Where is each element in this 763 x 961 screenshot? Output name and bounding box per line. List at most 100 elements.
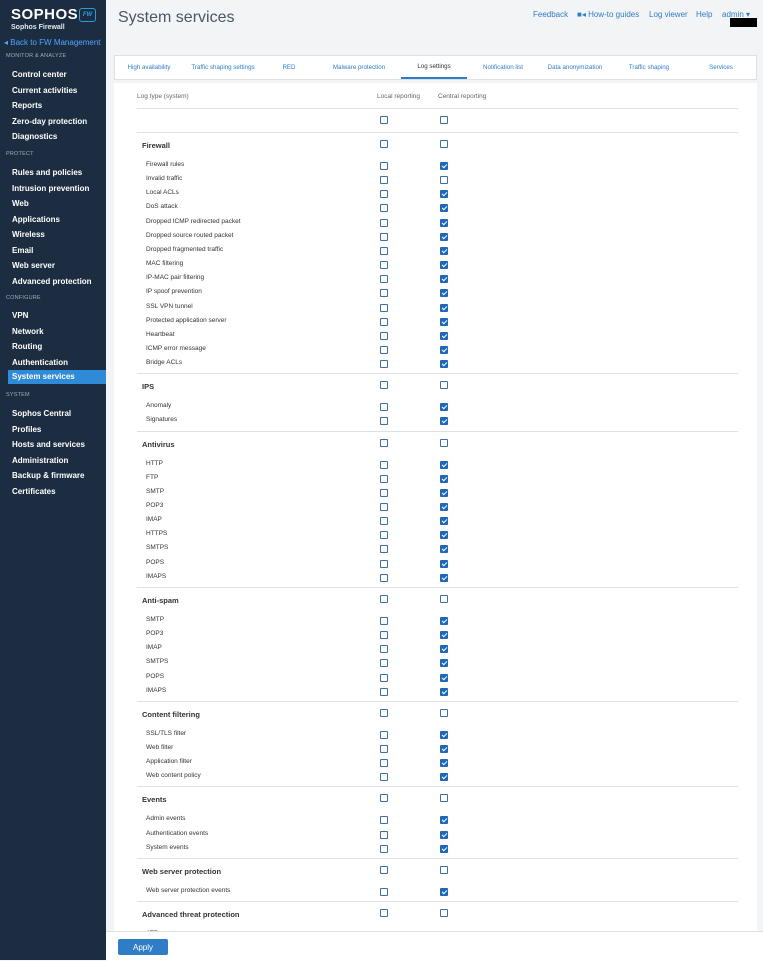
local-reporting-checkbox[interactable] xyxy=(380,289,388,298)
central-reporting-checkbox[interactable] xyxy=(440,360,448,369)
tab-high-availability[interactable]: High availability xyxy=(115,56,183,79)
central-reporting-checkbox[interactable] xyxy=(440,559,448,568)
central-reporting-checkbox[interactable] xyxy=(440,162,448,170)
local-reporting-checkbox[interactable] xyxy=(380,190,388,199)
local-reporting-checkbox[interactable] xyxy=(380,773,388,782)
sidebar-item-profiles[interactable]: Profiles xyxy=(12,425,41,434)
local-reporting-checkbox[interactable] xyxy=(380,140,388,148)
central-reporting-checkbox[interactable] xyxy=(440,517,448,526)
central-reporting-checkbox[interactable] xyxy=(440,645,448,654)
tab-traffic-shaping[interactable]: Traffic shaping xyxy=(614,56,684,79)
local-reporting-checkbox[interactable] xyxy=(380,417,388,426)
local-reporting-checkbox[interactable] xyxy=(380,275,388,284)
local-reporting-checkbox[interactable] xyxy=(380,865,388,874)
local-reporting-checkbox[interactable] xyxy=(380,708,388,717)
local-reporting-checkbox[interactable] xyxy=(380,503,388,511)
local-reporting-checkbox[interactable] xyxy=(380,162,388,170)
sidebar-item-wireless[interactable]: Wireless xyxy=(12,230,45,239)
local-reporting-checkbox[interactable] xyxy=(380,303,388,312)
central-reporting-checkbox[interactable] xyxy=(440,204,448,213)
sidebar-item-advanced-protection[interactable]: Advanced protection xyxy=(12,277,92,286)
local-reporting-checkbox[interactable] xyxy=(380,616,388,625)
sidebar-item-system-services[interactable]: System services xyxy=(8,370,106,384)
central-reporting-checkbox[interactable] xyxy=(440,460,448,469)
sidebar-item-backup-firmware[interactable]: Backup & firmware xyxy=(12,471,84,480)
local-reporting-checkbox[interactable] xyxy=(380,438,388,447)
local-reporting-checkbox[interactable] xyxy=(380,261,388,270)
local-reporting-checkbox[interactable] xyxy=(380,204,388,213)
tab-red[interactable]: RED xyxy=(261,56,317,79)
local-reporting-checkbox[interactable] xyxy=(380,573,388,582)
tab-notification-list[interactable]: Notification list xyxy=(469,56,537,79)
local-reporting-checkbox[interactable] xyxy=(380,645,388,654)
central-reporting-checkbox[interactable] xyxy=(440,317,448,326)
central-reporting-checkbox[interactable] xyxy=(440,759,448,768)
local-reporting-checkbox[interactable] xyxy=(380,116,388,124)
sidebar-item-reports[interactable]: Reports xyxy=(12,101,42,110)
local-reporting-checkbox[interactable] xyxy=(380,794,388,803)
sidebar-item-network[interactable]: Network xyxy=(12,327,44,336)
central-reporting-checkbox[interactable] xyxy=(440,381,448,390)
local-reporting-checkbox[interactable] xyxy=(380,246,388,255)
sidebar-item-certificates[interactable]: Certificates xyxy=(12,487,56,496)
local-reporting-checkbox[interactable] xyxy=(380,631,388,640)
central-reporting-checkbox[interactable] xyxy=(440,531,448,540)
local-reporting-checkbox[interactable] xyxy=(380,176,388,185)
sidebar-item-intrusion-prevention[interactable]: Intrusion prevention xyxy=(12,184,89,193)
sidebar-item-administration[interactable]: Administration xyxy=(12,456,68,465)
central-reporting-checkbox[interactable] xyxy=(440,246,448,255)
central-reporting-checkbox[interactable] xyxy=(440,488,448,497)
sidebar-item-email[interactable]: Email xyxy=(12,246,33,255)
local-reporting-checkbox[interactable] xyxy=(380,488,388,497)
local-reporting-checkbox[interactable] xyxy=(380,844,388,853)
tab-traffic-shaping-settings[interactable]: Traffic shaping settings xyxy=(187,56,259,79)
local-reporting-checkbox[interactable] xyxy=(380,816,388,825)
sidebar-item-hosts-and-services[interactable]: Hosts and services xyxy=(12,440,85,449)
local-reporting-checkbox[interactable] xyxy=(380,887,388,896)
local-reporting-checkbox[interactable] xyxy=(380,545,388,554)
sophos-logo[interactable]: SOPHOS FW Sophos Firewall xyxy=(11,6,99,36)
central-reporting-checkbox[interactable] xyxy=(440,403,448,412)
central-reporting-checkbox[interactable] xyxy=(440,773,448,782)
sidebar-item-web-server[interactable]: Web server xyxy=(12,261,55,270)
central-reporting-checkbox[interactable] xyxy=(440,218,448,227)
sidebar-item-rules-and-policies[interactable]: Rules and policies xyxy=(12,168,82,177)
central-reporting-checkbox[interactable] xyxy=(440,190,448,199)
local-reporting-checkbox[interactable] xyxy=(380,744,388,753)
sidebar-item-applications[interactable]: Applications xyxy=(12,215,60,224)
central-reporting-checkbox[interactable] xyxy=(440,631,448,640)
local-reporting-checkbox[interactable] xyxy=(380,232,388,241)
local-reporting-checkbox[interactable] xyxy=(380,659,388,668)
central-reporting-checkbox[interactable] xyxy=(440,438,448,447)
feedback-link[interactable]: Feedback xyxy=(533,10,568,19)
local-reporting-checkbox[interactable] xyxy=(380,218,388,227)
local-reporting-checkbox[interactable] xyxy=(380,759,388,768)
local-reporting-checkbox[interactable] xyxy=(380,531,388,540)
central-reporting-checkbox[interactable] xyxy=(440,545,448,554)
central-reporting-checkbox[interactable] xyxy=(440,331,448,340)
local-reporting-checkbox[interactable] xyxy=(380,517,388,526)
central-reporting-checkbox[interactable] xyxy=(440,744,448,753)
central-reporting-checkbox[interactable] xyxy=(440,232,448,241)
sidebar-item-routing[interactable]: Routing xyxy=(12,342,42,351)
central-reporting-checkbox[interactable] xyxy=(440,289,448,298)
central-reporting-checkbox[interactable] xyxy=(440,673,448,682)
central-reporting-checkbox[interactable] xyxy=(440,503,448,511)
local-reporting-checkbox[interactable] xyxy=(380,730,388,739)
central-reporting-checkbox[interactable] xyxy=(440,708,448,717)
local-reporting-checkbox[interactable] xyxy=(380,559,388,568)
sidebar-item-zero-day-protection[interactable]: Zero-day protection xyxy=(12,117,87,126)
local-reporting-checkbox[interactable] xyxy=(380,460,388,469)
central-reporting-checkbox[interactable] xyxy=(440,794,448,803)
sidebar-item-authentication[interactable]: Authentication xyxy=(12,358,68,367)
central-reporting-checkbox[interactable] xyxy=(440,816,448,825)
central-reporting-checkbox[interactable] xyxy=(440,303,448,312)
central-reporting-checkbox[interactable] xyxy=(440,887,448,896)
central-reporting-checkbox[interactable] xyxy=(440,830,448,839)
central-reporting-checkbox[interactable] xyxy=(440,275,448,284)
central-reporting-checkbox[interactable] xyxy=(440,844,448,853)
sidebar-item-current-activities[interactable]: Current activities xyxy=(12,86,77,95)
local-reporting-checkbox[interactable] xyxy=(380,331,388,340)
central-reporting-checkbox[interactable] xyxy=(440,176,448,185)
tab-malware-protection[interactable]: Malware protection xyxy=(320,56,398,79)
